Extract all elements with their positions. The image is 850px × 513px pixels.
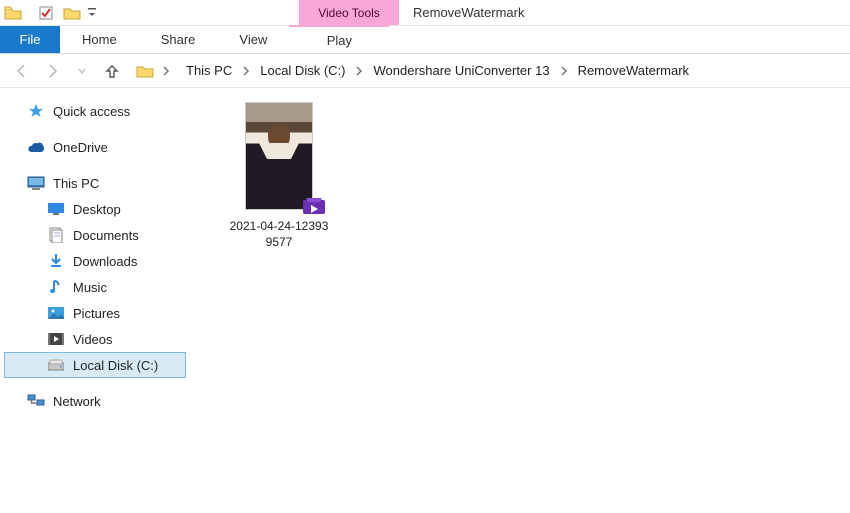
sidebar-item-label: OneDrive [53, 140, 108, 155]
tab-play[interactable]: Play [289, 25, 389, 53]
sidebar-item-label: Downloads [73, 254, 137, 269]
chevron-right-icon[interactable] [240, 66, 252, 76]
crumb-local-disk[interactable]: Local Disk (C:) [256, 61, 349, 80]
sidebar-item-label: Pictures [73, 306, 120, 321]
main-tab-group: Home Share View [60, 26, 289, 53]
crumb-removewatermark[interactable]: RemoveWatermark [574, 61, 693, 80]
chevron-right-icon[interactable] [353, 66, 365, 76]
back-button[interactable] [10, 59, 34, 83]
folder-content[interactable]: 2021-04-24-12393 9577 [190, 88, 850, 513]
chevron-right-icon[interactable] [160, 66, 172, 76]
music-icon [47, 278, 65, 296]
download-icon [47, 252, 65, 270]
sidebar-item-desktop[interactable]: Desktop [4, 196, 186, 222]
sidebar-item-onedrive[interactable]: OneDrive [4, 134, 186, 160]
drive-icon [47, 356, 65, 374]
contextual-tab-header: Video Tools [299, 0, 399, 25]
pictures-icon [47, 304, 65, 322]
breadcrumb: This PC Local Disk (C:) Wondershare UniC… [182, 61, 693, 80]
sidebar-item-downloads[interactable]: Downloads [4, 248, 186, 274]
file-name-line: 9577 [266, 235, 293, 249]
spacer [4, 378, 186, 388]
thumbnail-image [245, 102, 313, 210]
sidebar-item-label: Videos [73, 332, 113, 347]
computer-icon [27, 174, 45, 192]
video-overlay-icon [303, 196, 325, 216]
window-title: RemoveWatermark [399, 0, 538, 25]
spacer [4, 124, 186, 134]
documents-icon [47, 226, 65, 244]
cloud-icon [27, 138, 45, 156]
tab-home[interactable]: Home [60, 26, 139, 53]
recent-locations-button[interactable] [70, 59, 94, 83]
videos-icon [47, 330, 65, 348]
sidebar-item-label: Network [53, 394, 101, 409]
tab-view[interactable]: View [217, 26, 289, 53]
sidebar-item-label: This PC [53, 176, 99, 191]
tab-share[interactable]: Share [139, 26, 218, 53]
qat-dropdown-button[interactable] [87, 8, 97, 18]
file-tab[interactable]: File [0, 26, 60, 53]
spacer [4, 160, 186, 170]
network-icon [27, 392, 45, 410]
sidebar-item-network[interactable]: Network [4, 388, 186, 414]
crumb-wondershare[interactable]: Wondershare UniConverter 13 [369, 61, 553, 80]
sidebar-item-music[interactable]: Music [4, 274, 186, 300]
sidebar-item-label: Local Disk (C:) [73, 358, 158, 373]
sidebar-item-label: Music [73, 280, 107, 295]
navigation-pane: Quick access OneDrive This PC Desktop Do… [0, 88, 190, 513]
sidebar-item-label: Quick access [53, 104, 130, 119]
sidebar-item-pictures[interactable]: Pictures [4, 300, 186, 326]
video-thumbnail [239, 102, 319, 212]
sidebar-item-quick-access[interactable]: Quick access [4, 98, 186, 124]
sidebar-item-this-pc[interactable]: This PC [4, 170, 186, 196]
desktop-icon [47, 200, 65, 218]
sidebar-item-videos[interactable]: Videos [4, 326, 186, 352]
address-bar: This PC Local Disk (C:) Wondershare UniC… [0, 54, 850, 88]
folder-icon [4, 5, 22, 21]
chevron-right-icon[interactable] [558, 66, 570, 76]
title-bar: Video Tools RemoveWatermark [0, 0, 850, 26]
file-name-line: 2021-04-24-12393 [230, 219, 329, 233]
ribbon-tabs: File Home Share View Play [0, 26, 850, 54]
file-name: 2021-04-24-12393 9577 [214, 218, 344, 250]
quick-access-toolbar [0, 0, 101, 25]
file-item[interactable]: 2021-04-24-12393 9577 [214, 102, 344, 250]
sidebar-item-local-disk[interactable]: Local Disk (C:) [4, 352, 186, 378]
sidebar-item-label: Desktop [73, 202, 121, 217]
sidebar-item-documents[interactable]: Documents [4, 222, 186, 248]
address-folder-icon[interactable] [136, 62, 154, 80]
new-folder-button[interactable] [61, 3, 83, 23]
sidebar-item-label: Documents [73, 228, 139, 243]
properties-button[interactable] [35, 3, 57, 23]
up-button[interactable] [100, 59, 124, 83]
forward-button[interactable] [40, 59, 64, 83]
star-icon [27, 102, 45, 120]
crumb-this-pc[interactable]: This PC [182, 61, 236, 80]
explorer-body: Quick access OneDrive This PC Desktop Do… [0, 88, 850, 513]
